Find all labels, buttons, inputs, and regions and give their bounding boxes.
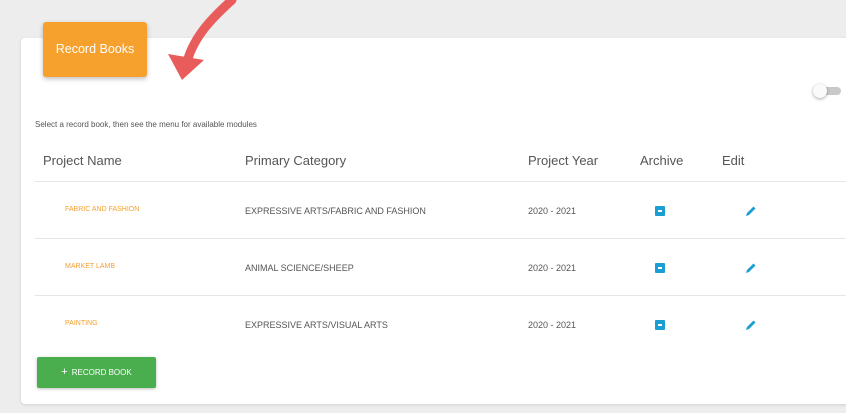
toggle-switch[interactable]: [813, 84, 841, 98]
pencil-icon[interactable]: [745, 205, 757, 217]
page-title: Record Books: [55, 42, 135, 56]
primary-category-cell: EXPRESSIVE ARTS/FABRIC AND FASHION: [245, 206, 426, 216]
instructions-text: Select a record book, then see the menu …: [35, 120, 257, 129]
column-header-project-name: Project Name: [43, 153, 122, 168]
project-year-cell: 2020 - 2021: [528, 206, 577, 216]
row-divider: [35, 181, 846, 182]
archive-icon[interactable]: [655, 320, 665, 330]
record-books-header: Record Books: [43, 22, 147, 77]
archive-icon[interactable]: [655, 206, 665, 216]
record-books-card: [21, 38, 846, 404]
red-curved-arrow-icon: [168, 0, 237, 80]
pencil-icon[interactable]: [745, 319, 757, 331]
plus-icon: +: [61, 366, 68, 378]
column-header-edit: Edit: [722, 153, 745, 168]
project-name-link[interactable]: MARKET LAMB: [65, 263, 115, 270]
row-divider: [35, 238, 846, 239]
archive-icon[interactable]: [655, 263, 665, 273]
row-divider: [35, 295, 846, 296]
add-record-book-label: RECORD BOOK: [71, 368, 132, 377]
project-year-cell: 2020 - 2021: [528, 320, 577, 330]
project-name-link[interactable]: PAINTING: [65, 320, 98, 327]
add-record-book-button[interactable]: + RECORD BOOK: [37, 357, 156, 388]
column-header-primary-category: Primary Category: [245, 153, 347, 168]
primary-category-cell: EXPRESSIVE ARTS/VISUAL ARTS: [245, 320, 388, 330]
column-header-archive: Archive: [640, 153, 684, 168]
primary-category-cell: ANIMAL SCIENCE/SHEEP: [245, 263, 354, 273]
column-header-project-year: Project Year: [528, 153, 599, 168]
pencil-icon[interactable]: [745, 262, 757, 274]
toggle-knob: [813, 84, 827, 98]
project-name-link[interactable]: FABRIC AND FASHION: [65, 206, 139, 213]
project-year-cell: 2020 - 2021: [528, 263, 577, 273]
